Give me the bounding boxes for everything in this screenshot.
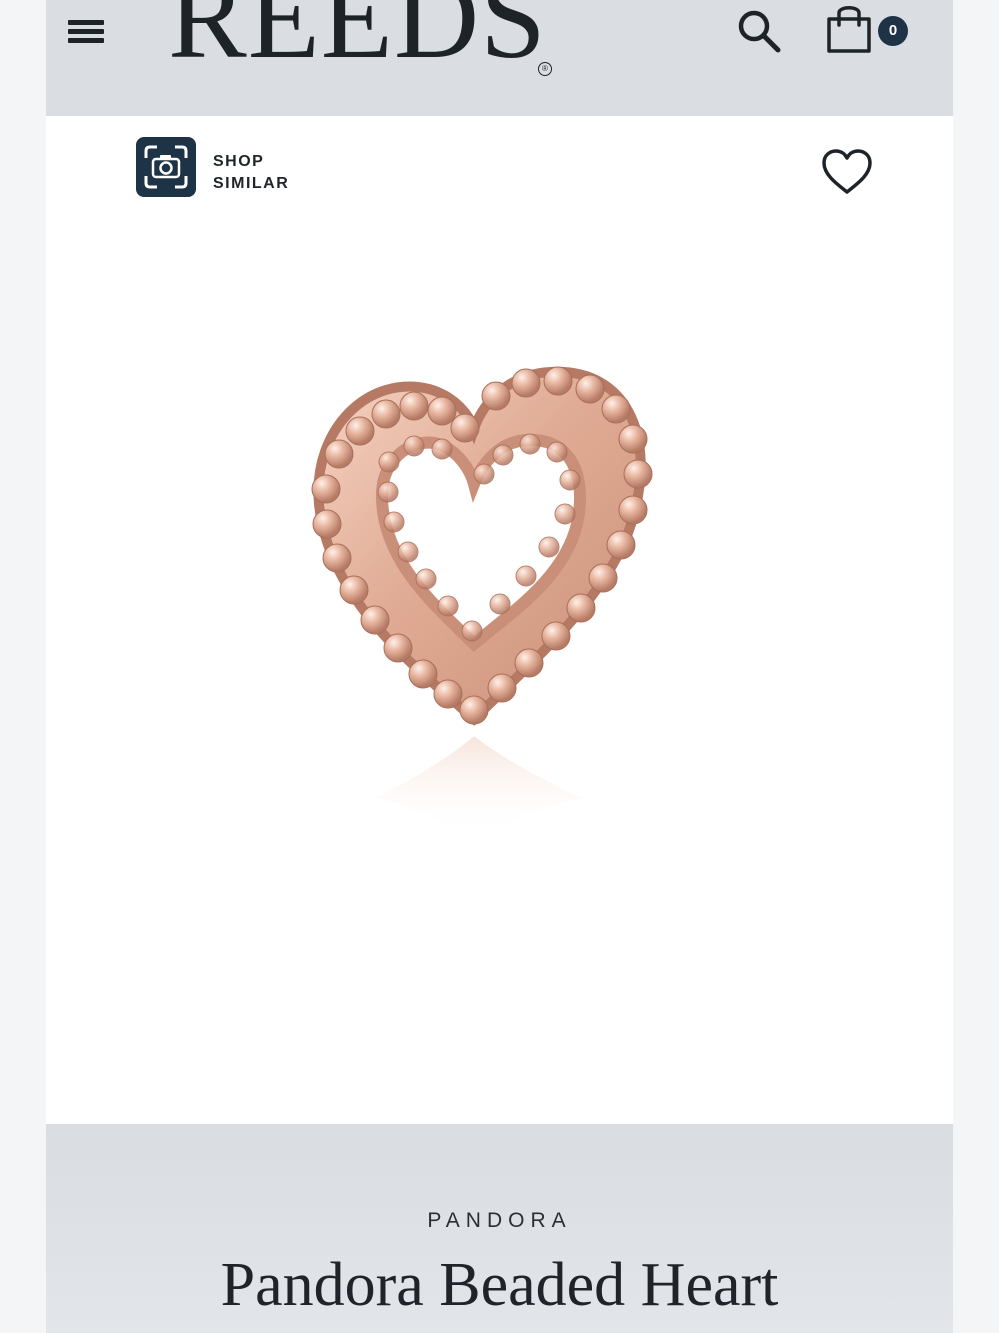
product-title: Pandora Beaded Heart: [220, 1251, 779, 1319]
search-icon[interactable]: [734, 6, 784, 56]
product-image: [311, 366, 653, 834]
product-brand[interactable]: PANDORA: [46, 1208, 953, 1234]
registered-mark: ®: [538, 62, 552, 76]
product-info-section: PANDORA Pandora Beaded Heart: [46, 1124, 953, 1333]
shop-similar-button[interactable]: SHOP SIMILAR: [136, 137, 326, 199]
heart-outline-icon[interactable]: [820, 148, 874, 196]
shopping-bag-icon[interactable]: [824, 3, 874, 55]
site-header: REEDS ® 0: [46, 0, 953, 116]
camera-scan-icon: [136, 137, 196, 197]
hamburger-menu-icon[interactable]: [68, 17, 104, 45]
product-image-card: SHOP SIMILAR: [46, 116, 953, 1124]
mobile-page: REEDS ® 0 SHOP SIMILAR PANDORA Pandora B…: [46, 0, 953, 1333]
cart-count-badge[interactable]: 0: [878, 16, 908, 46]
site-logo[interactable]: REEDS: [168, 0, 547, 78]
shop-similar-label: SHOP SIMILAR: [213, 153, 290, 192]
